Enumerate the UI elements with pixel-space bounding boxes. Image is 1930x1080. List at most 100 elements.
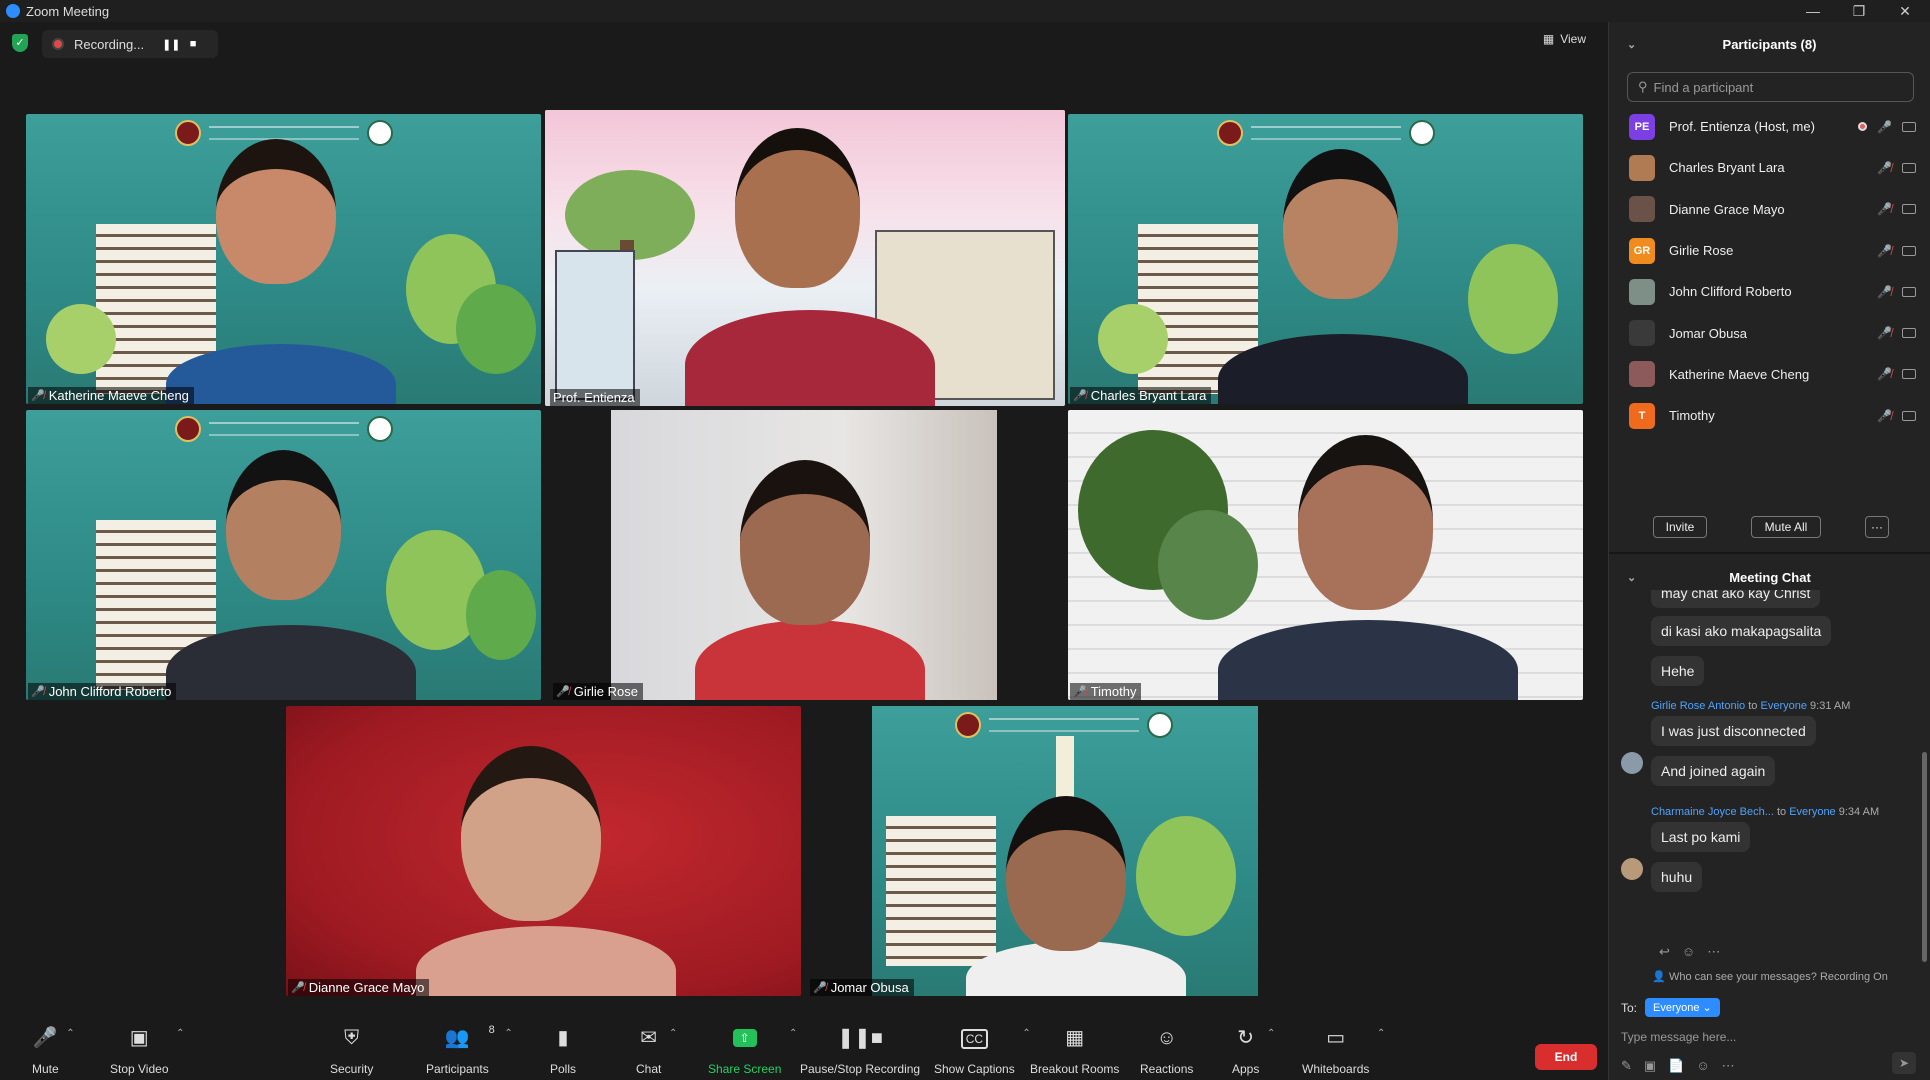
emoji-reaction-icon[interactable]: ☺ (1682, 944, 1695, 960)
person-head (226, 450, 341, 600)
mic-muted-icon: 🎤̸ (813, 982, 827, 994)
chevron-up-icon[interactable]: ⌃ (1377, 1028, 1385, 1039)
send-icon: ➤ (1898, 1056, 1910, 1070)
close-icon[interactable]: ✕ (1882, 0, 1928, 22)
chat-header: ⌄ Meeting Chat (1609, 562, 1930, 592)
composer-tools: ✎ ▣ 📄 ☺ ⋯ (1621, 1058, 1735, 1074)
chat-messages: may chat ako kay Christ di kasi ako maka… (1609, 590, 1930, 946)
video-tile[interactable]: 🎤̸ Dianne Grace Mayo (286, 706, 801, 996)
invite-button[interactable]: Invite (1653, 516, 1707, 538)
emoji-icon[interactable]: ☺ (1696, 1058, 1709, 1074)
message-input[interactable]: Type message here... (1621, 1030, 1736, 1044)
participant-row[interactable]: Dianne Grace Mayo 🎤̸ (1609, 189, 1930, 230)
chat-button[interactable]: ✉ ⌃ Chat (636, 1026, 677, 1076)
chevron-down-icon[interactable]: ⌄ (1627, 571, 1636, 584)
message-visibility-note[interactable]: 👤 Who can see your messages? Recording O… (1609, 970, 1930, 983)
tile-name-label: Prof. Entienza (550, 389, 640, 406)
pause-stop-recording-button[interactable]: ❚❚■ Pause/Stop Recording (800, 1026, 920, 1076)
participant-row[interactable]: Charles Bryant Lara 🎤̸ (1609, 147, 1930, 188)
reply-icon[interactable]: ↩ (1659, 944, 1670, 960)
more-icon[interactable]: ⋯ (1707, 944, 1720, 960)
more-options-button[interactable]: ··· (1865, 516, 1889, 538)
participant-name: John Clifford Roberto (1669, 284, 1792, 300)
chevron-up-icon[interactable]: ⌃ (669, 1028, 677, 1039)
whiteboard-icon: ▭ (1326, 1027, 1346, 1049)
person-head (740, 460, 870, 625)
breakout-rooms-button[interactable]: ▦ Breakout Rooms (1030, 1026, 1119, 1076)
apps-button[interactable]: ↻ ⌃ Apps (1232, 1026, 1275, 1076)
video-tile[interactable]: 🎤̸ Timothy (1068, 410, 1583, 700)
captions-icon: CC (960, 1029, 989, 1049)
participant-row[interactable]: GR Girlie Rose 🎤̸ (1609, 230, 1930, 271)
video-camera-icon (1902, 286, 1916, 297)
share-arrow-icon: ⇧ (732, 1029, 757, 1047)
video-camera-icon (1902, 204, 1916, 215)
security-button[interactable]: ⛨ Security (330, 1026, 373, 1076)
person-head (461, 746, 601, 921)
video-camera-icon (1902, 162, 1916, 173)
chevron-up-icon[interactable]: ⌃ (1267, 1028, 1275, 1039)
avatar (1629, 196, 1655, 223)
end-meeting-button[interactable]: End (1535, 1044, 1597, 1070)
chevron-up-icon[interactable]: ⌃ (789, 1028, 797, 1039)
video-camera-icon (1902, 245, 1916, 256)
participant-search-input[interactable]: ⚲ Find a participant (1627, 72, 1914, 102)
participant-row[interactable]: Jomar Obusa 🎤̸ (1609, 312, 1930, 353)
format-icon[interactable]: ✎ (1621, 1058, 1632, 1074)
more-icon[interactable]: ⋯ (1722, 1058, 1735, 1074)
show-captions-button[interactable]: CC ⌃ Show Captions (934, 1026, 1031, 1076)
avatar: GR (1629, 237, 1655, 264)
shield-icon: ⛨ (344, 1027, 360, 1049)
minimize-icon[interactable]: — (1790, 0, 1836, 22)
participant-row[interactable]: T Timothy 🎤̸ (1609, 395, 1930, 436)
participant-name: Dianne Grace Mayo (1669, 201, 1785, 217)
video-tile[interactable]: 🎤̸ Jomar Obusa (806, 706, 1321, 996)
chevron-down-icon[interactable]: ⌄ (1627, 38, 1636, 51)
video-tile[interactable]: 🎤̸ John Clifford Roberto (26, 410, 541, 700)
chevron-up-icon[interactable]: ⌃ (504, 1028, 512, 1039)
encryption-shield-icon[interactable]: ✓ (12, 34, 28, 52)
building-illustration (555, 250, 635, 400)
whiteboards-button[interactable]: ▭ ⌃ Whiteboards (1302, 1026, 1385, 1076)
stop-recording-icon[interactable]: ■ (184, 38, 202, 50)
share-screen-button[interactable]: ⇧ ⌃ Share Screen (708, 1026, 797, 1076)
recipient-select[interactable]: Everyone ⌄ (1645, 998, 1720, 1017)
chat-message-meta: Charmaine Joyce Bech... to Everyone 9:34… (1651, 806, 1880, 818)
video-tile[interactable]: 🎤̸ Katherine Maeve Cheng (26, 114, 541, 404)
send-button[interactable]: ➤ (1892, 1052, 1916, 1074)
restore-icon[interactable]: ❐ (1836, 0, 1882, 22)
reactions-button[interactable]: ☺ Reactions (1140, 1026, 1193, 1076)
screenshot-icon[interactable]: ▣ (1644, 1058, 1656, 1074)
view-button[interactable]: ▦ View (1543, 32, 1586, 46)
chat-scrollbar[interactable] (1922, 752, 1927, 962)
chat-message: Last po kami (1651, 822, 1751, 852)
participant-status-icons: 🎤̸ (1877, 161, 1916, 175)
polls-button[interactable]: ▮ Polls (550, 1026, 576, 1076)
pause-recording-icon[interactable]: ❚❚ (162, 38, 180, 51)
chevron-up-icon[interactable]: ⌃ (176, 1028, 184, 1039)
mic-muted-icon: 🎤̸ (291, 982, 305, 994)
video-tile[interactable]: 🎤̸ Charles Bryant Lara (1068, 114, 1583, 404)
participants-button[interactable]: 👥 8 ⌃ Participants (426, 1024, 513, 1076)
avatar (1629, 320, 1655, 347)
video-camera-icon (1902, 121, 1916, 132)
participant-row[interactable]: PE Prof. Entienza (Host, me) 🎤 (1609, 106, 1930, 147)
person-head (216, 139, 336, 284)
participant-name: Girlie Rose (1669, 243, 1734, 259)
video-camera-icon (1902, 410, 1916, 421)
stop-video-button[interactable]: ▣ ⌃ Stop Video (110, 1026, 185, 1076)
participant-status-icons: 🎤̸ (1877, 202, 1916, 216)
participant-row[interactable]: Katherine Maeve Cheng 🎤̸ (1609, 354, 1930, 395)
person-head (1006, 796, 1126, 951)
mute-button[interactable]: 🎤 ⌃ Mute (32, 1026, 75, 1076)
video-camera-icon: ▣ (129, 1027, 149, 1049)
mic-muted-icon: 🎤̸ (1877, 284, 1892, 299)
participant-row[interactable]: John Clifford Roberto 🎤̸ (1609, 271, 1930, 312)
panel-divider (1609, 552, 1930, 554)
video-tile[interactable]: 🎤̸ Girlie Rose (545, 410, 1065, 700)
file-icon[interactable]: 📄 (1668, 1058, 1684, 1074)
chevron-up-icon[interactable]: ⌃ (66, 1028, 74, 1039)
video-tile-active-speaker[interactable]: Prof. Entienza (545, 110, 1065, 406)
avatar: T (1629, 402, 1655, 429)
mute-all-button[interactable]: Mute All (1751, 516, 1821, 538)
